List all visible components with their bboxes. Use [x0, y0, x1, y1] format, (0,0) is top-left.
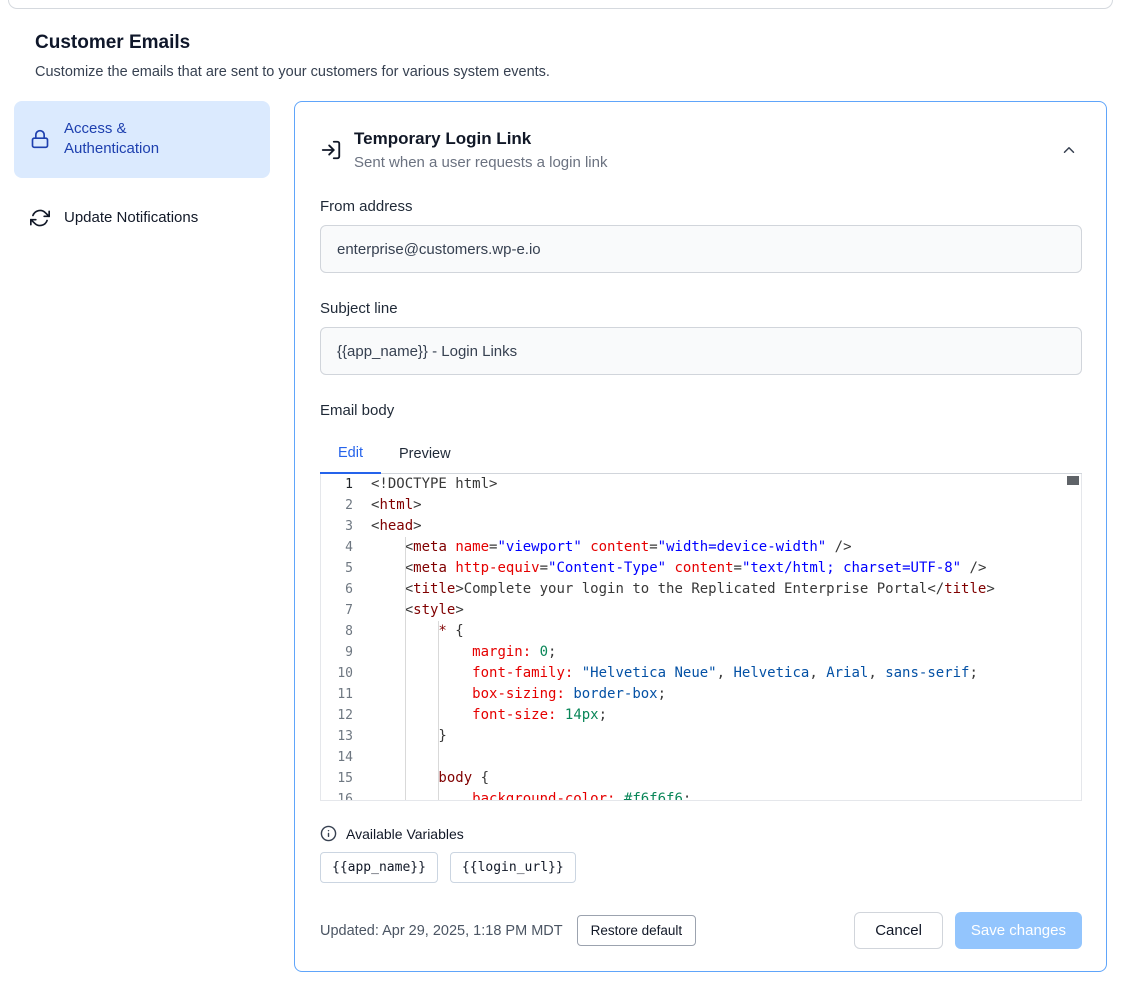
- line-number: 8: [321, 621, 367, 642]
- line-number: 13: [321, 726, 367, 747]
- restore-default-button[interactable]: Restore default: [577, 915, 697, 946]
- page-subtitle: Customize the emails that are sent to yo…: [35, 64, 1093, 80]
- top-divider: [8, 0, 1113, 9]
- save-changes-button[interactable]: Save changes: [955, 912, 1082, 949]
- page-title: Customer Emails: [35, 32, 1093, 54]
- email-settings-card: Temporary Login Link Sent when a user re…: [294, 101, 1107, 972]
- line-number: 3: [321, 516, 367, 537]
- code-text: <title>Complete your login to the Replic…: [367, 579, 995, 600]
- code-line[interactable]: 10 font-family: "Helvetica Neue", Helvet…: [321, 663, 1081, 684]
- code-line[interactable]: 6 <title>Complete your login to the Repl…: [321, 579, 1081, 600]
- code-text: [367, 747, 371, 768]
- line-number: 11: [321, 684, 367, 705]
- line-number: 15: [321, 768, 367, 789]
- tab-edit[interactable]: Edit: [320, 434, 381, 474]
- code-text: <style>: [367, 600, 464, 621]
- from-address-label: From address: [320, 198, 1082, 215]
- line-number: 12: [321, 705, 367, 726]
- line-number: 9: [321, 642, 367, 663]
- sidebar-item-update-notifications[interactable]: Update Notifications: [14, 194, 270, 242]
- info-icon: [320, 825, 337, 842]
- code-line[interactable]: 7 <style>: [321, 600, 1081, 621]
- code-line[interactable]: 9 margin: 0;: [321, 642, 1081, 663]
- code-line[interactable]: 15 body {: [321, 768, 1081, 789]
- editor-lines: 1<!DOCTYPE html>2<html>3<head>4 <meta na…: [321, 474, 1081, 801]
- lock-icon: [30, 129, 50, 149]
- card-footer: Updated: Apr 29, 2025, 1:18 PM MDT Resto…: [320, 912, 1082, 949]
- card-title: Temporary Login Link: [354, 128, 1044, 150]
- code-line[interactable]: 5 <meta http-equiv="Content-Type" conten…: [321, 558, 1081, 579]
- card-subtitle: Sent when a user requests a login link: [354, 154, 1044, 171]
- indent-guide: [438, 621, 439, 800]
- settings-sidebar: Access & Authentication Update Notificat…: [14, 101, 270, 242]
- code-text: box-sizing: border-box;: [367, 684, 666, 705]
- code-line[interactable]: 16 background-color: #f6f6f6;: [321, 789, 1081, 801]
- code-text: body {: [367, 768, 489, 789]
- code-text: <!DOCTYPE html>: [367, 474, 497, 495]
- code-text: <meta http-equiv="Content-Type" content=…: [367, 558, 986, 579]
- code-line[interactable]: 11 box-sizing: border-box;: [321, 684, 1081, 705]
- subject-line-label: Subject line: [320, 300, 1082, 317]
- updated-timestamp: Updated: Apr 29, 2025, 1:18 PM MDT: [320, 923, 563, 939]
- code-line[interactable]: 3<head>: [321, 516, 1081, 537]
- available-variables-label: Available Variables: [346, 826, 464, 842]
- variable-chip-app-name[interactable]: {{app_name}}: [320, 852, 438, 883]
- line-number: 2: [321, 495, 367, 516]
- refresh-icon: [30, 208, 50, 228]
- subject-input[interactable]: [320, 327, 1082, 375]
- code-text: }: [367, 726, 447, 747]
- line-number: 4: [321, 537, 367, 558]
- indent-guide: [405, 537, 406, 800]
- line-number: 7: [321, 600, 367, 621]
- line-number: 1: [321, 474, 367, 495]
- code-text: <head>: [367, 516, 422, 537]
- code-line[interactable]: 13 }: [321, 726, 1081, 747]
- code-line[interactable]: 14: [321, 747, 1081, 768]
- code-text: font-family: "Helvetica Neue", Helvetica…: [367, 663, 978, 684]
- line-number: 16: [321, 789, 367, 801]
- code-text: * {: [367, 621, 464, 642]
- line-number: 10: [321, 663, 367, 684]
- tab-preview[interactable]: Preview: [381, 434, 469, 473]
- code-line[interactable]: 8 * {: [321, 621, 1081, 642]
- chevron-up-icon: [1060, 141, 1078, 159]
- code-line[interactable]: 2<html>: [321, 495, 1081, 516]
- code-line[interactable]: 12 font-size: 14px;: [321, 705, 1081, 726]
- code-text: background-color: #f6f6f6;: [367, 789, 691, 801]
- code-text: font-size: 14px;: [367, 705, 607, 726]
- code-editor[interactable]: 1<!DOCTYPE html>2<html>3<head>4 <meta na…: [320, 474, 1082, 801]
- email-body-label: Email body: [320, 402, 1082, 419]
- collapse-button[interactable]: [1056, 137, 1082, 163]
- code-text: <meta name="viewport" content="width=dev…: [367, 537, 852, 558]
- line-number: 5: [321, 558, 367, 579]
- line-number: 14: [321, 747, 367, 768]
- page-header: Customer Emails Customize the emails tha…: [0, 9, 1128, 80]
- sidebar-item-access-authentication[interactable]: Access & Authentication: [14, 101, 270, 178]
- code-text: <html>: [367, 495, 422, 516]
- line-number: 6: [321, 579, 367, 600]
- from-address-input[interactable]: [320, 225, 1082, 273]
- code-text: margin: 0;: [367, 642, 556, 663]
- editor-scrollbar-thumb[interactable]: [1067, 476, 1079, 485]
- variable-chip-login-url[interactable]: {{login_url}}: [450, 852, 576, 883]
- editor-tabs: Edit Preview: [320, 434, 1082, 474]
- sidebar-item-label: Access & Authentication: [64, 119, 159, 160]
- login-icon: [320, 139, 342, 161]
- code-line[interactable]: 1<!DOCTYPE html>: [321, 474, 1081, 495]
- sidebar-item-label: Update Notifications: [64, 208, 198, 228]
- code-line[interactable]: 4 <meta name="viewport" content="width=d…: [321, 537, 1081, 558]
- cancel-button[interactable]: Cancel: [854, 912, 943, 949]
- card-header: Temporary Login Link Sent when a user re…: [320, 128, 1082, 171]
